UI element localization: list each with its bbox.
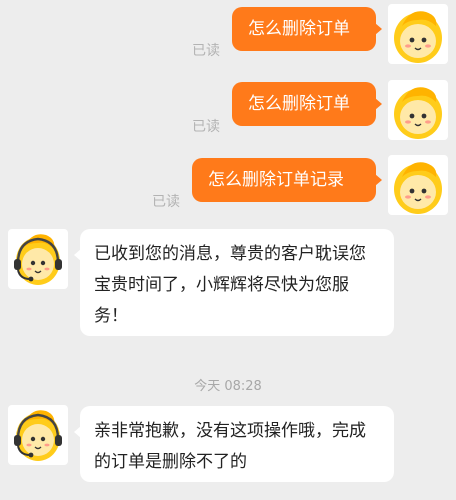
read-receipt: 已读: [152, 194, 180, 210]
agent-avatar-icon[interactable]: [8, 229, 68, 289]
yellow-mascot-headset-avatar-icon: [14, 410, 62, 461]
yellow-mascot-avatar-icon: [394, 11, 442, 63]
outgoing-message-bubble[interactable]: 怎么删除订单: [232, 82, 382, 126]
agent-avatar-icon[interactable]: [8, 405, 68, 465]
yellow-mascot-avatar-icon: [394, 87, 442, 139]
yellow-mascot-headset-avatar-icon: [14, 234, 62, 285]
user-avatar-icon[interactable]: [388, 80, 448, 140]
yellow-mascot-avatar-icon: [394, 162, 442, 214]
incoming-message-bubble[interactable]: 已收到您的消息，尊贵的客户耽误您宝贵时间了，小辉辉将尽快为您服务！: [74, 229, 394, 336]
read-receipt: 已读: [192, 43, 220, 59]
outgoing-message-bubble[interactable]: 怎么删除订单记录: [192, 158, 382, 202]
message-timestamp: 今天 08:28: [194, 379, 262, 394]
read-receipt: 已读: [192, 119, 220, 135]
outgoing-message-bubble[interactable]: 怎么删除订单: [232, 7, 382, 51]
incoming-message-bubble[interactable]: 亲非常抱歉，没有这项操作哦，完成的订单是删除不了的: [74, 406, 394, 482]
user-avatar-icon[interactable]: [388, 155, 448, 215]
user-avatar-icon[interactable]: [388, 4, 448, 64]
